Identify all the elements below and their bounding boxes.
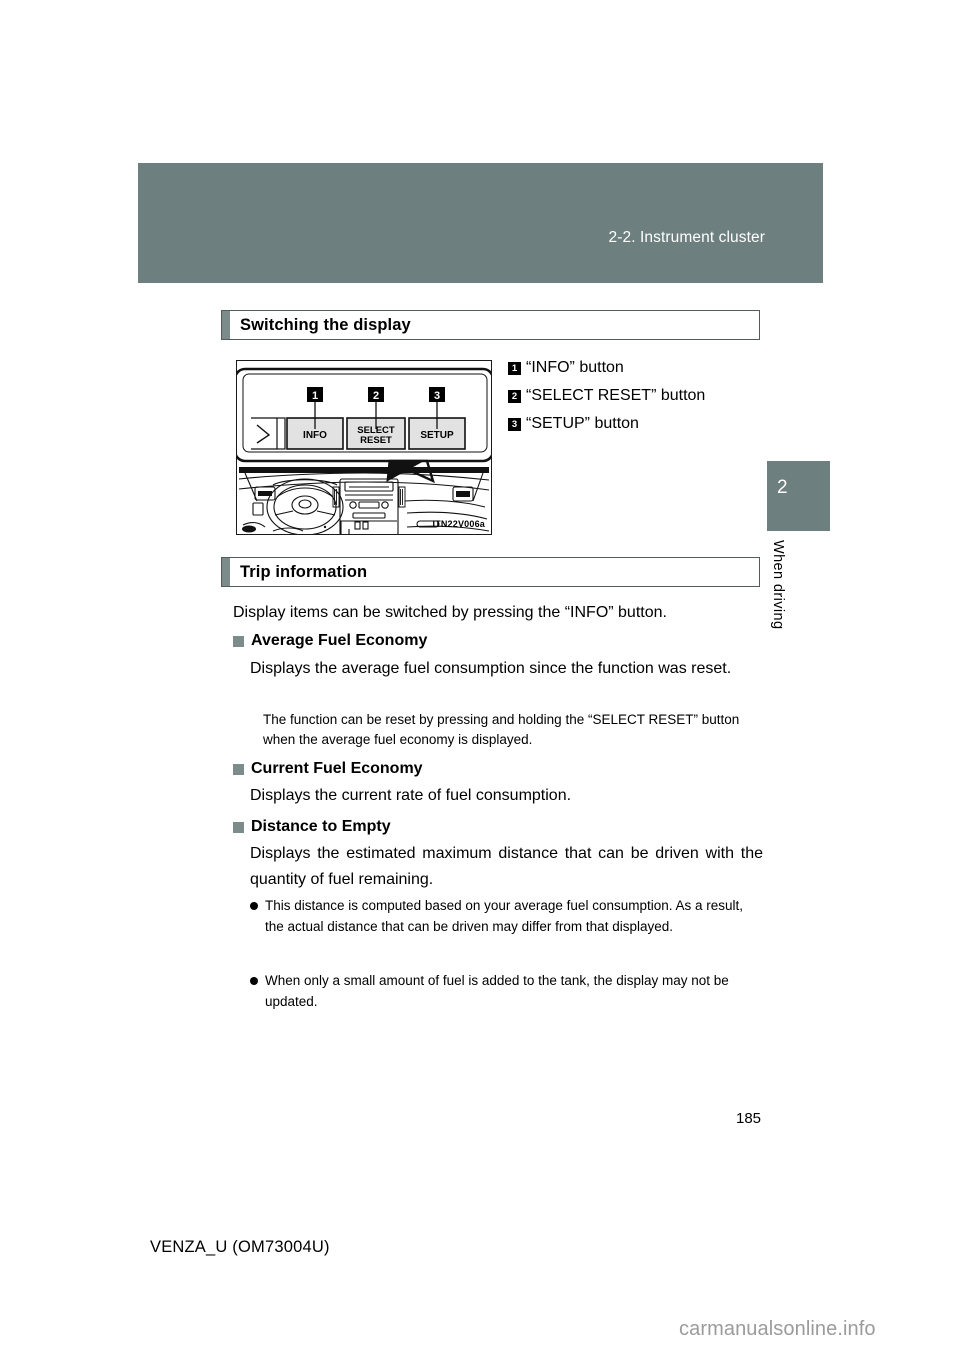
- trip-information-intro: Display items can be switched by pressin…: [233, 604, 667, 621]
- subheading-average-fuel-economy: Average Fuel Economy: [233, 632, 427, 650]
- document-code: VENZA_U (OM73004U): [150, 1238, 330, 1256]
- site-watermark: carmanualsonline.info: [679, 1318, 876, 1340]
- round-bullet-icon: [250, 977, 258, 985]
- page-header-band: 2-2. Instrument cluster: [138, 163, 823, 283]
- figure-illustration: INFO 1 SELECT RESET 2 SETUP 3: [237, 367, 491, 534]
- section-title: Trip information: [240, 562, 368, 581]
- legend-item-label: “SELECT RESET” button: [526, 387, 706, 404]
- svg-text:1: 1: [312, 390, 318, 402]
- section-accent-bar: [222, 558, 230, 586]
- section-title: Switching the display: [240, 315, 411, 334]
- legend-item-label: “INFO” button: [526, 359, 624, 376]
- legend-item: 1 “INFO” button: [508, 358, 808, 378]
- svg-text:2: 2: [373, 390, 379, 402]
- round-bullet-icon: [250, 902, 258, 910]
- subheading-distance-to-empty: Distance to Empty: [233, 818, 391, 836]
- paragraph-current-fuel-economy: Displays the current rate of fuel consum…: [250, 787, 572, 804]
- figure-instrument-panel-buttons: INFO 1 SELECT RESET 2 SETUP 3 ITN22V006a: [236, 360, 492, 535]
- bullet-item: When only a small amount of fuel is adde…: [250, 971, 765, 1012]
- square-bullet-icon: [233, 763, 244, 775]
- page-number: 185: [736, 1110, 762, 1127]
- callout-number-badge: 1: [508, 362, 521, 375]
- bullet-item: This distance is computed based on your …: [250, 896, 765, 937]
- svg-text:SETUP: SETUP: [420, 430, 454, 441]
- bullet-text: When only a small amount of fuel is adde…: [265, 973, 729, 1009]
- legend-item: 3 “SETUP” button: [508, 414, 808, 434]
- subheading-current-fuel-economy: Current Fuel Economy: [233, 760, 423, 778]
- callout-number-badge: 2: [508, 390, 521, 403]
- figure-code-label: ITN22V006a: [432, 519, 485, 529]
- square-bullet-icon: [233, 635, 244, 647]
- svg-text:3: 3: [434, 390, 440, 402]
- subheading-label: Current Fuel Economy: [251, 760, 423, 777]
- subheading-label: Distance to Empty: [251, 818, 391, 835]
- svg-text:RESET: RESET: [360, 435, 392, 446]
- section-header-trip-information: Trip information: [221, 557, 760, 587]
- section-accent-bar: [222, 311, 230, 339]
- header-section-reference: 2-2. Instrument cluster: [608, 229, 765, 246]
- subheading-label: Average Fuel Economy: [251, 632, 428, 649]
- chapter-tab-number: 2: [777, 477, 788, 498]
- paragraph-average-fuel-economy: Displays the average fuel consumption si…: [250, 660, 732, 677]
- note-average-fuel-economy-reset: The function can be reset by pressing an…: [263, 712, 740, 747]
- svg-text:INFO: INFO: [303, 430, 327, 441]
- legend-item-label: “SETUP” button: [526, 415, 639, 432]
- chapter-tab: 2: [767, 461, 830, 531]
- legend-item: 2 “SELECT RESET” button: [508, 386, 808, 406]
- section-header-switching-the-display: Switching the display: [221, 310, 760, 340]
- square-bullet-icon: [233, 821, 244, 833]
- callout-number-badge: 3: [508, 418, 521, 431]
- bullet-text: This distance is computed based on your …: [265, 898, 744, 934]
- callout-legend-list: 1 “INFO” button 2 “SELECT RESET” button …: [508, 358, 808, 442]
- paragraph-distance-to-empty: Displays the estimated maximum distance …: [250, 845, 763, 888]
- chapter-tab-label: When driving: [770, 540, 786, 630]
